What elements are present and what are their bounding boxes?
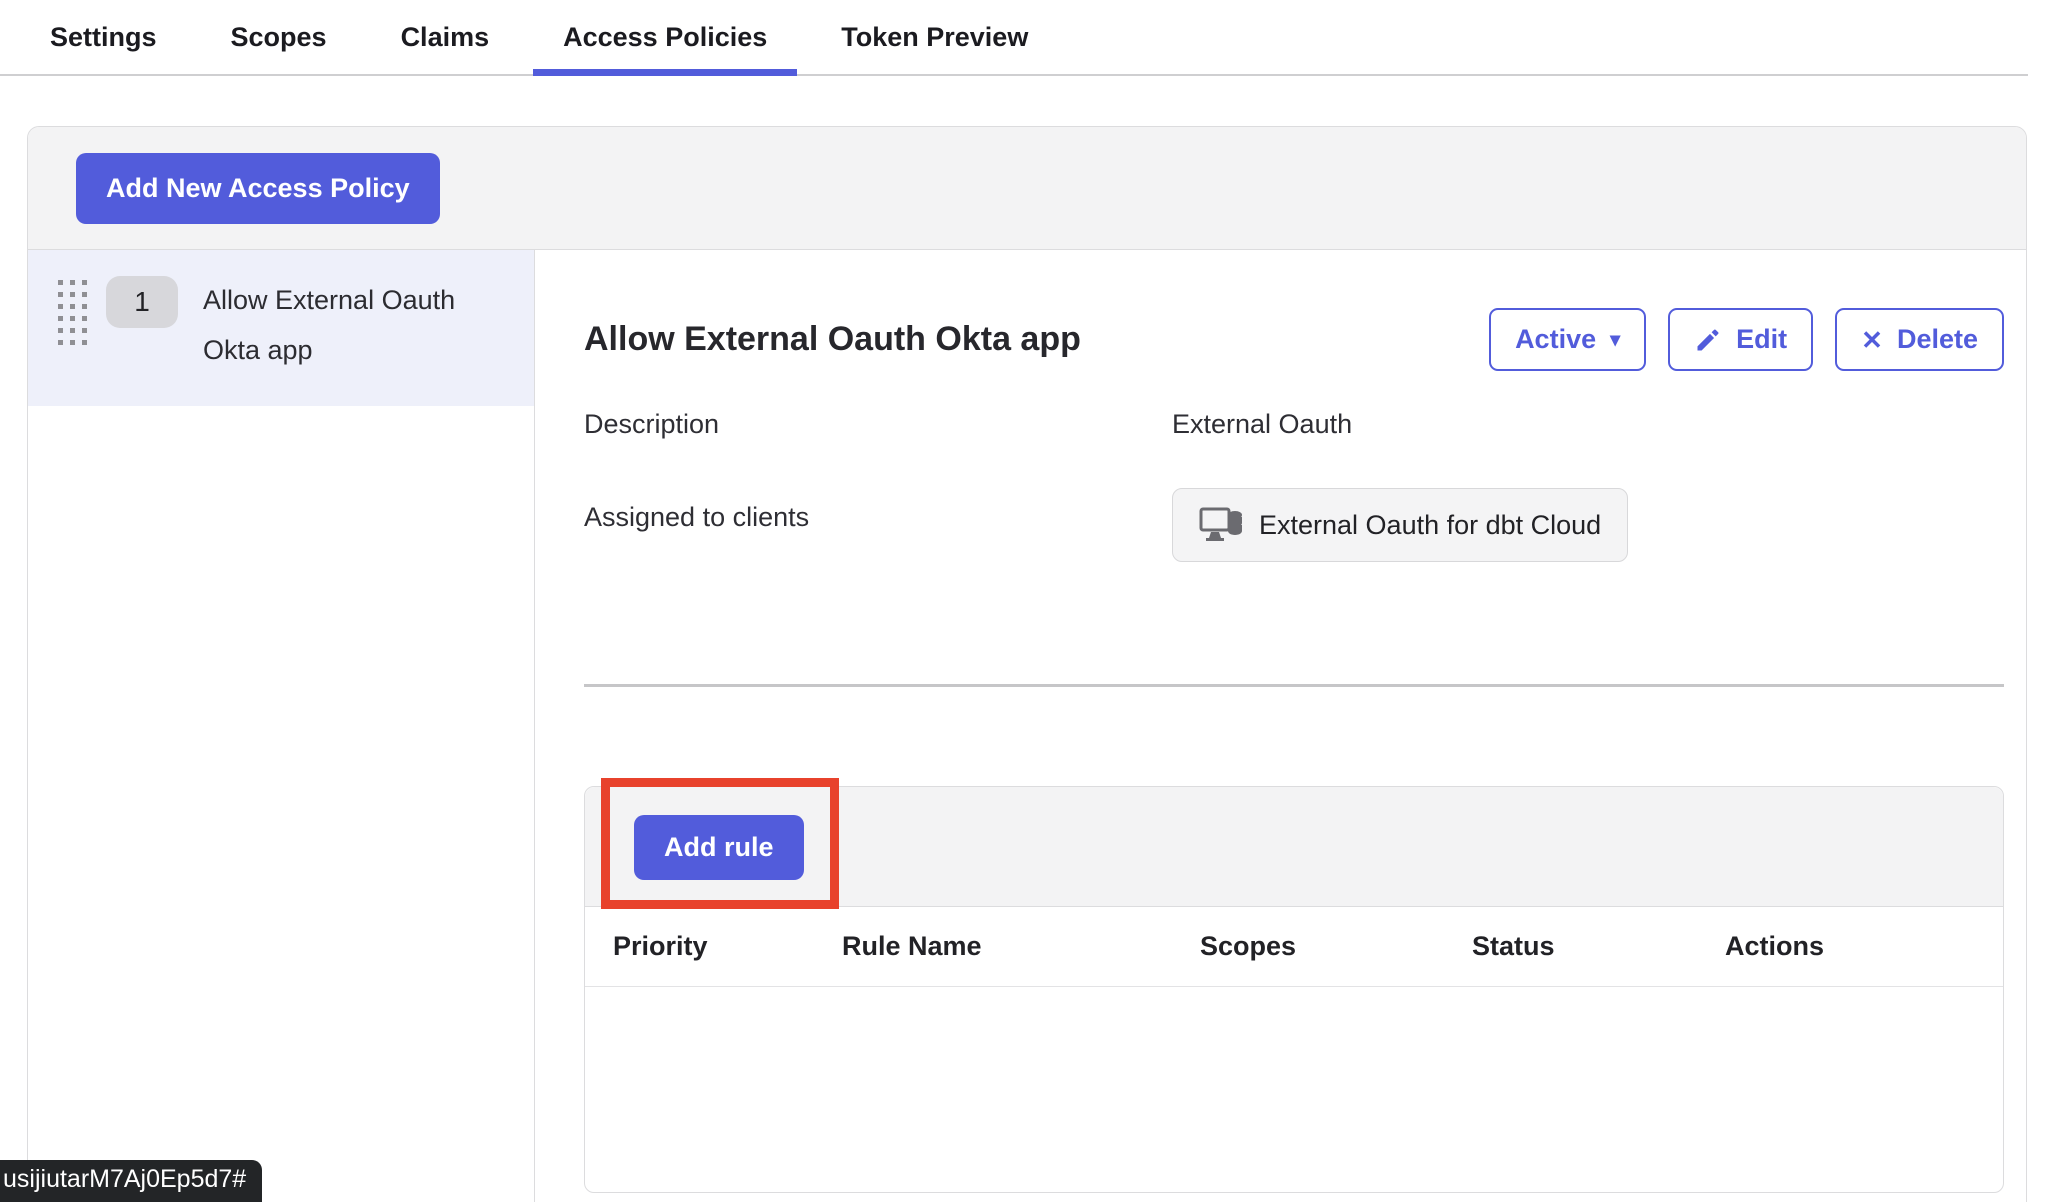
detail-fields: Description External Oauth Assigned to c… (584, 409, 2004, 562)
page-title: Allow External Oauth Okta app (584, 320, 1081, 359)
tab-settings[interactable]: Settings (20, 0, 187, 74)
rules-table-empty-body (585, 987, 2003, 1187)
client-chip-label: External Oauth for dbt Cloud (1259, 510, 1601, 541)
policy-name: Allow External Oauth Okta app (203, 276, 503, 376)
section-divider (584, 684, 2004, 687)
tab-claims[interactable]: Claims (371, 0, 520, 74)
rules-table-header: Priority Rule Name Scopes Status Actions (585, 907, 2003, 987)
caret-down-icon: ▾ (1610, 330, 1620, 350)
tab-bar: Settings Scopes Claims Access Policies T… (0, 0, 2028, 76)
policy-list: 1 Allow External Oauth Okta app (28, 250, 535, 1202)
detail-title-row: Allow External Oauth Okta app Active ▾ E… (584, 308, 2004, 371)
priority-badge: 1 (106, 276, 178, 328)
status-dropdown-button[interactable]: Active ▾ (1489, 308, 1646, 371)
rules-section: Add rule Priority Rule Name Scopes Statu… (584, 786, 2004, 1193)
pencil-icon (1694, 326, 1722, 354)
edit-label: Edit (1736, 324, 1787, 355)
status-label: Active (1515, 324, 1596, 355)
field-label: Description (584, 409, 1172, 440)
column-header-actions: Actions (1725, 931, 2003, 962)
add-rule-button[interactable]: Add rule (634, 815, 804, 880)
column-header-status: Status (1472, 931, 1725, 962)
close-icon: ✕ (1861, 327, 1883, 353)
policy-detail: Allow External Oauth Okta app Active ▾ E… (535, 250, 2026, 1202)
policy-list-item[interactable]: 1 Allow External Oauth Okta app (28, 250, 534, 406)
field-assigned-clients: Assigned to clients (584, 502, 2004, 562)
field-value: External Oauth (1172, 409, 1352, 440)
tab-access-policies[interactable]: Access Policies (533, 0, 797, 74)
rules-toolbar: Add rule (585, 787, 2003, 907)
add-new-access-policy-button[interactable]: Add New Access Policy (76, 153, 440, 224)
drag-handle-icon[interactable] (58, 280, 92, 348)
column-header-priority: Priority (585, 931, 842, 962)
panel-toolbar: Add New Access Policy (28, 127, 2026, 250)
access-policies-panel: Add New Access Policy (27, 126, 2027, 1202)
column-header-rule-name: Rule Name (842, 931, 1200, 962)
delete-label: Delete (1897, 324, 1978, 355)
delete-button[interactable]: ✕ Delete (1835, 308, 2004, 371)
computer-icon (1199, 505, 1245, 545)
client-chip[interactable]: External Oauth for dbt Cloud (1172, 488, 1628, 562)
tab-token-preview[interactable]: Token Preview (811, 0, 1058, 74)
detail-actions: Active ▾ Edit ✕ Delete (1489, 308, 2004, 371)
edit-button[interactable]: Edit (1668, 308, 1813, 371)
column-header-scopes: Scopes (1200, 931, 1472, 962)
status-bar-url-preview: usijiutarM7Aj0Ep5d7# (0, 1160, 262, 1202)
panel-body: 1 Allow External Oauth Okta app Allow Ex… (28, 250, 2026, 1202)
tab-scopes[interactable]: Scopes (201, 0, 357, 74)
field-description: Description External Oauth (584, 409, 2004, 440)
field-label: Assigned to clients (584, 502, 1172, 533)
